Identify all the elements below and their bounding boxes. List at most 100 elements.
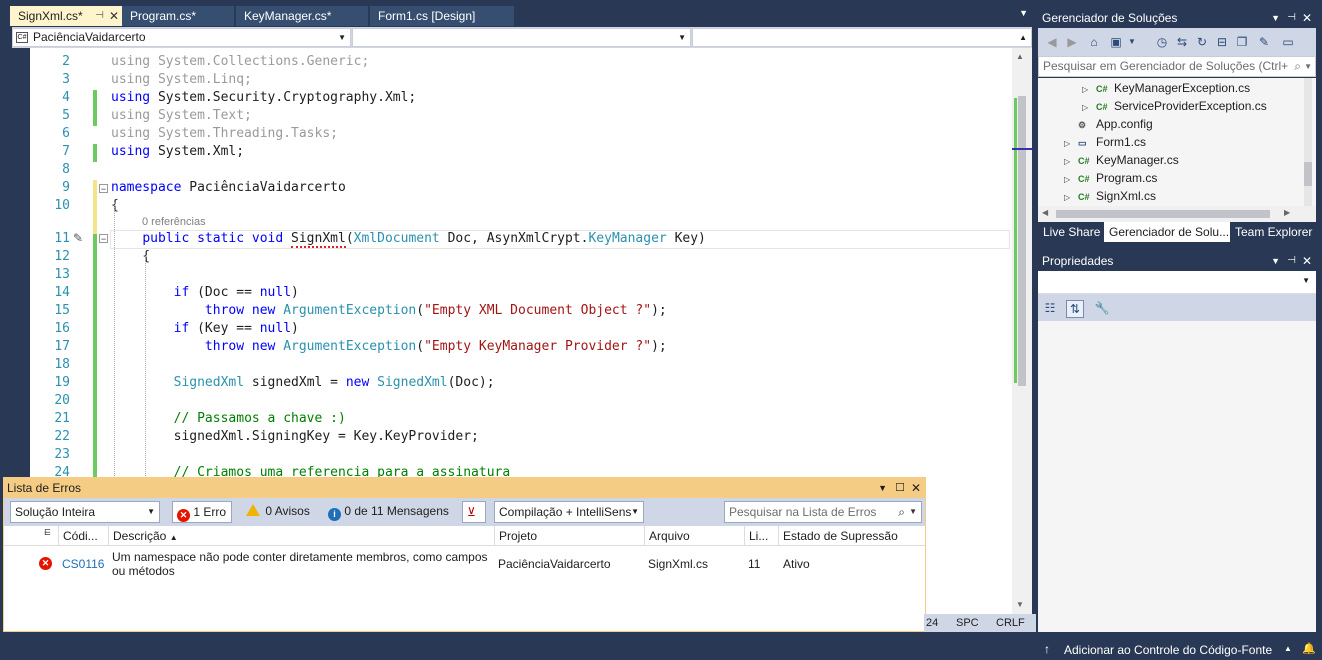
- tree-item[interactable]: ▷ C# Program.cs: [1064, 169, 1157, 187]
- pin-icon[interactable]: ⊣: [95, 6, 104, 26]
- scroll-thumb[interactable]: [1304, 162, 1312, 186]
- error-code-link[interactable]: CS0116: [62, 557, 104, 571]
- col-severity[interactable]: ⋿: [4, 526, 58, 546]
- collapse-all-icon[interactable]: ⊟: [1214, 34, 1230, 50]
- scroll-down-icon[interactable]: ▼: [1016, 600, 1024, 609]
- pending-changes-icon[interactable]: ◷: [1154, 34, 1170, 50]
- forward-icon[interactable]: ▶: [1064, 34, 1080, 50]
- line-number: 18: [54, 357, 70, 372]
- dropdown-icon[interactable]: ▼: [1271, 251, 1280, 271]
- close-icon[interactable]: ✕: [911, 478, 921, 498]
- table-row[interactable]: ✕ CS0116 Um namespace não pode conter di…: [4, 547, 925, 581]
- project-combo[interactable]: C# PaciênciaVaidarcerto ▼: [12, 28, 351, 47]
- switch-views-icon[interactable]: ▣: [1108, 34, 1124, 50]
- tab-overflow-icon[interactable]: ▼: [1019, 8, 1028, 18]
- codelens-references[interactable]: 0 referências: [142, 216, 206, 228]
- preview-icon[interactable]: ▭: [1280, 34, 1296, 50]
- build-filter-combo[interactable]: Compilação + IntelliSens ▼: [494, 501, 644, 523]
- solution-explorer-toolbar: ◀ ▶ ⌂ ▣ ▼ ◷ ⇆ ↻ ⊟ ❐ ✎ ▭: [1038, 28, 1316, 56]
- expand-icon[interactable]: ▷: [1064, 189, 1078, 206]
- line-number: 2: [62, 54, 70, 69]
- pin-icon[interactable]: ⊣: [1287, 251, 1296, 271]
- col-file[interactable]: Arquivo: [644, 526, 744, 546]
- refresh-icon[interactable]: ↻: [1194, 34, 1210, 50]
- chevron-up-icon[interactable]: ▲: [1284, 644, 1292, 653]
- search-icon[interactable]: ⌕: [1294, 57, 1301, 76]
- quick-action-brush-icon[interactable]: ✎: [73, 231, 83, 245]
- tab-keymanager[interactable]: KeyManager.cs*: [236, 6, 368, 26]
- scroll-up-icon[interactable]: ▲: [1016, 52, 1024, 61]
- tab-program[interactable]: Program.cs*: [122, 6, 234, 26]
- chevron-down-icon[interactable]: ▼: [1124, 34, 1140, 50]
- notifications-icon[interactable]: 🔔: [1302, 642, 1316, 655]
- editor-vertical-scrollbar[interactable]: ▲ ▼: [1012, 48, 1032, 616]
- tree-horizontal-scrollbar[interactable]: ◀ ▶: [1038, 206, 1316, 222]
- scope-combo[interactable]: Solução Inteira ▼: [10, 501, 160, 523]
- messages-filter-button[interactable]: i 0 de 11 Mensagens: [324, 501, 458, 523]
- chevron-down-icon[interactable]: ▼: [909, 502, 917, 522]
- sync-icon[interactable]: ⇆: [1174, 34, 1190, 50]
- property-pages-icon[interactable]: 🔧: [1094, 300, 1110, 316]
- member-combo[interactable]: ▲: [692, 28, 1032, 47]
- dropdown-icon[interactable]: ▼: [878, 478, 887, 498]
- scroll-left-icon[interactable]: ◀: [1042, 208, 1048, 217]
- col-project[interactable]: Projeto: [494, 526, 644, 546]
- tree-item[interactable]: ▷ C# KeyManager.cs: [1064, 151, 1179, 169]
- tab-live-share[interactable]: Live Share: [1038, 222, 1104, 242]
- col-code[interactable]: Códi...: [58, 526, 108, 546]
- tree-item[interactable]: ▷ C# KeyManagerException.cs: [1082, 79, 1250, 97]
- whitespace-indicator[interactable]: SPC: [956, 614, 979, 632]
- col-description[interactable]: Descrição ▲: [108, 526, 494, 546]
- dropdown-icon[interactable]: ▼: [1271, 8, 1280, 28]
- tree-item-label: KeyManager.cs: [1096, 153, 1179, 167]
- warnings-filter-button[interactable]: 0 Avisos: [242, 501, 318, 523]
- alphabetical-icon[interactable]: ⇅: [1066, 300, 1084, 318]
- scroll-right-icon[interactable]: ▶: [1284, 208, 1290, 217]
- col-line[interactable]: Li...: [744, 526, 778, 546]
- tree-item[interactable]: ▷ ▭ Form1.cs: [1064, 133, 1146, 151]
- close-icon[interactable]: ✕: [109, 6, 119, 26]
- error-search-input[interactable]: Pesquisar na Lista de Erros ⌕ ▼: [724, 501, 922, 523]
- tab-form1-design[interactable]: Form1.cs [Design]: [370, 6, 514, 26]
- categorized-icon[interactable]: ☷: [1042, 300, 1058, 316]
- scroll-thumb[interactable]: [1018, 96, 1026, 386]
- add-to-source-control[interactable]: Adicionar ao Controle do Código-Fonte: [1064, 643, 1272, 657]
- solution-search-input[interactable]: Pesquisar em Gerenciador de Soluções (Ct…: [1038, 56, 1316, 77]
- chevron-down-icon[interactable]: ▼: [1304, 57, 1312, 76]
- back-icon[interactable]: ◀: [1044, 34, 1060, 50]
- tree-item-label: Form1.cs: [1096, 135, 1147, 149]
- error-list-panel: Lista de Erros ▼ ☐ ✕ Solução Inteira ▼ ✕…: [3, 477, 926, 632]
- properties-object-combo[interactable]: ▼: [1038, 271, 1316, 294]
- tab-signxml[interactable]: SignXml.cs* ⊣ ✕: [10, 6, 124, 26]
- code-text: using System.Collections.Generic;: [111, 53, 369, 71]
- properties-grid: [1038, 321, 1316, 632]
- close-icon[interactable]: ✕: [1302, 251, 1312, 271]
- col-suppression-state[interactable]: Estado de Supressão: [778, 526, 904, 546]
- pin-icon[interactable]: ⊣: [1287, 8, 1296, 28]
- close-icon[interactable]: ✕: [1302, 8, 1312, 28]
- tree-item[interactable]: ▷ C# ServiceProviderException.cs: [1082, 97, 1267, 115]
- clear-filter-button[interactable]: ⊻: [462, 501, 486, 523]
- tree-item[interactable]: ▷ C# SignXml.cs: [1064, 187, 1156, 205]
- show-all-files-icon[interactable]: ❐: [1234, 34, 1250, 50]
- solution-tabs: Live Share Gerenciador de Solu... Team E…: [1038, 222, 1316, 242]
- scroll-thumb[interactable]: [1056, 210, 1270, 218]
- tab-solution-explorer[interactable]: Gerenciador de Solu...: [1104, 222, 1230, 242]
- errors-filter-button[interactable]: ✕ 1 Erro: [172, 501, 232, 523]
- tree-scrollbar[interactable]: [1304, 78, 1312, 206]
- maximize-icon[interactable]: ☐: [895, 478, 905, 498]
- column-label: Projeto: [499, 529, 538, 543]
- scope-value: Solução Inteira: [15, 505, 96, 519]
- tree-item[interactable]: ⚙ App.config: [1064, 115, 1153, 133]
- line-ending-indicator[interactable]: CRLF: [996, 614, 1025, 632]
- home-icon[interactable]: ⌂: [1086, 34, 1102, 50]
- type-combo[interactable]: ▼: [352, 28, 691, 47]
- code-line: 20: [30, 392, 1032, 410]
- collapse-icon[interactable]: −: [99, 184, 108, 194]
- code-line: 15 throw new ArgumentException("Empty XM…: [30, 302, 1032, 320]
- tab-team-explorer[interactable]: Team Explorer: [1230, 222, 1320, 242]
- collapse-icon[interactable]: −: [99, 234, 108, 244]
- search-icon[interactable]: ⌕: [898, 502, 905, 522]
- properties-icon[interactable]: ✎: [1256, 34, 1272, 50]
